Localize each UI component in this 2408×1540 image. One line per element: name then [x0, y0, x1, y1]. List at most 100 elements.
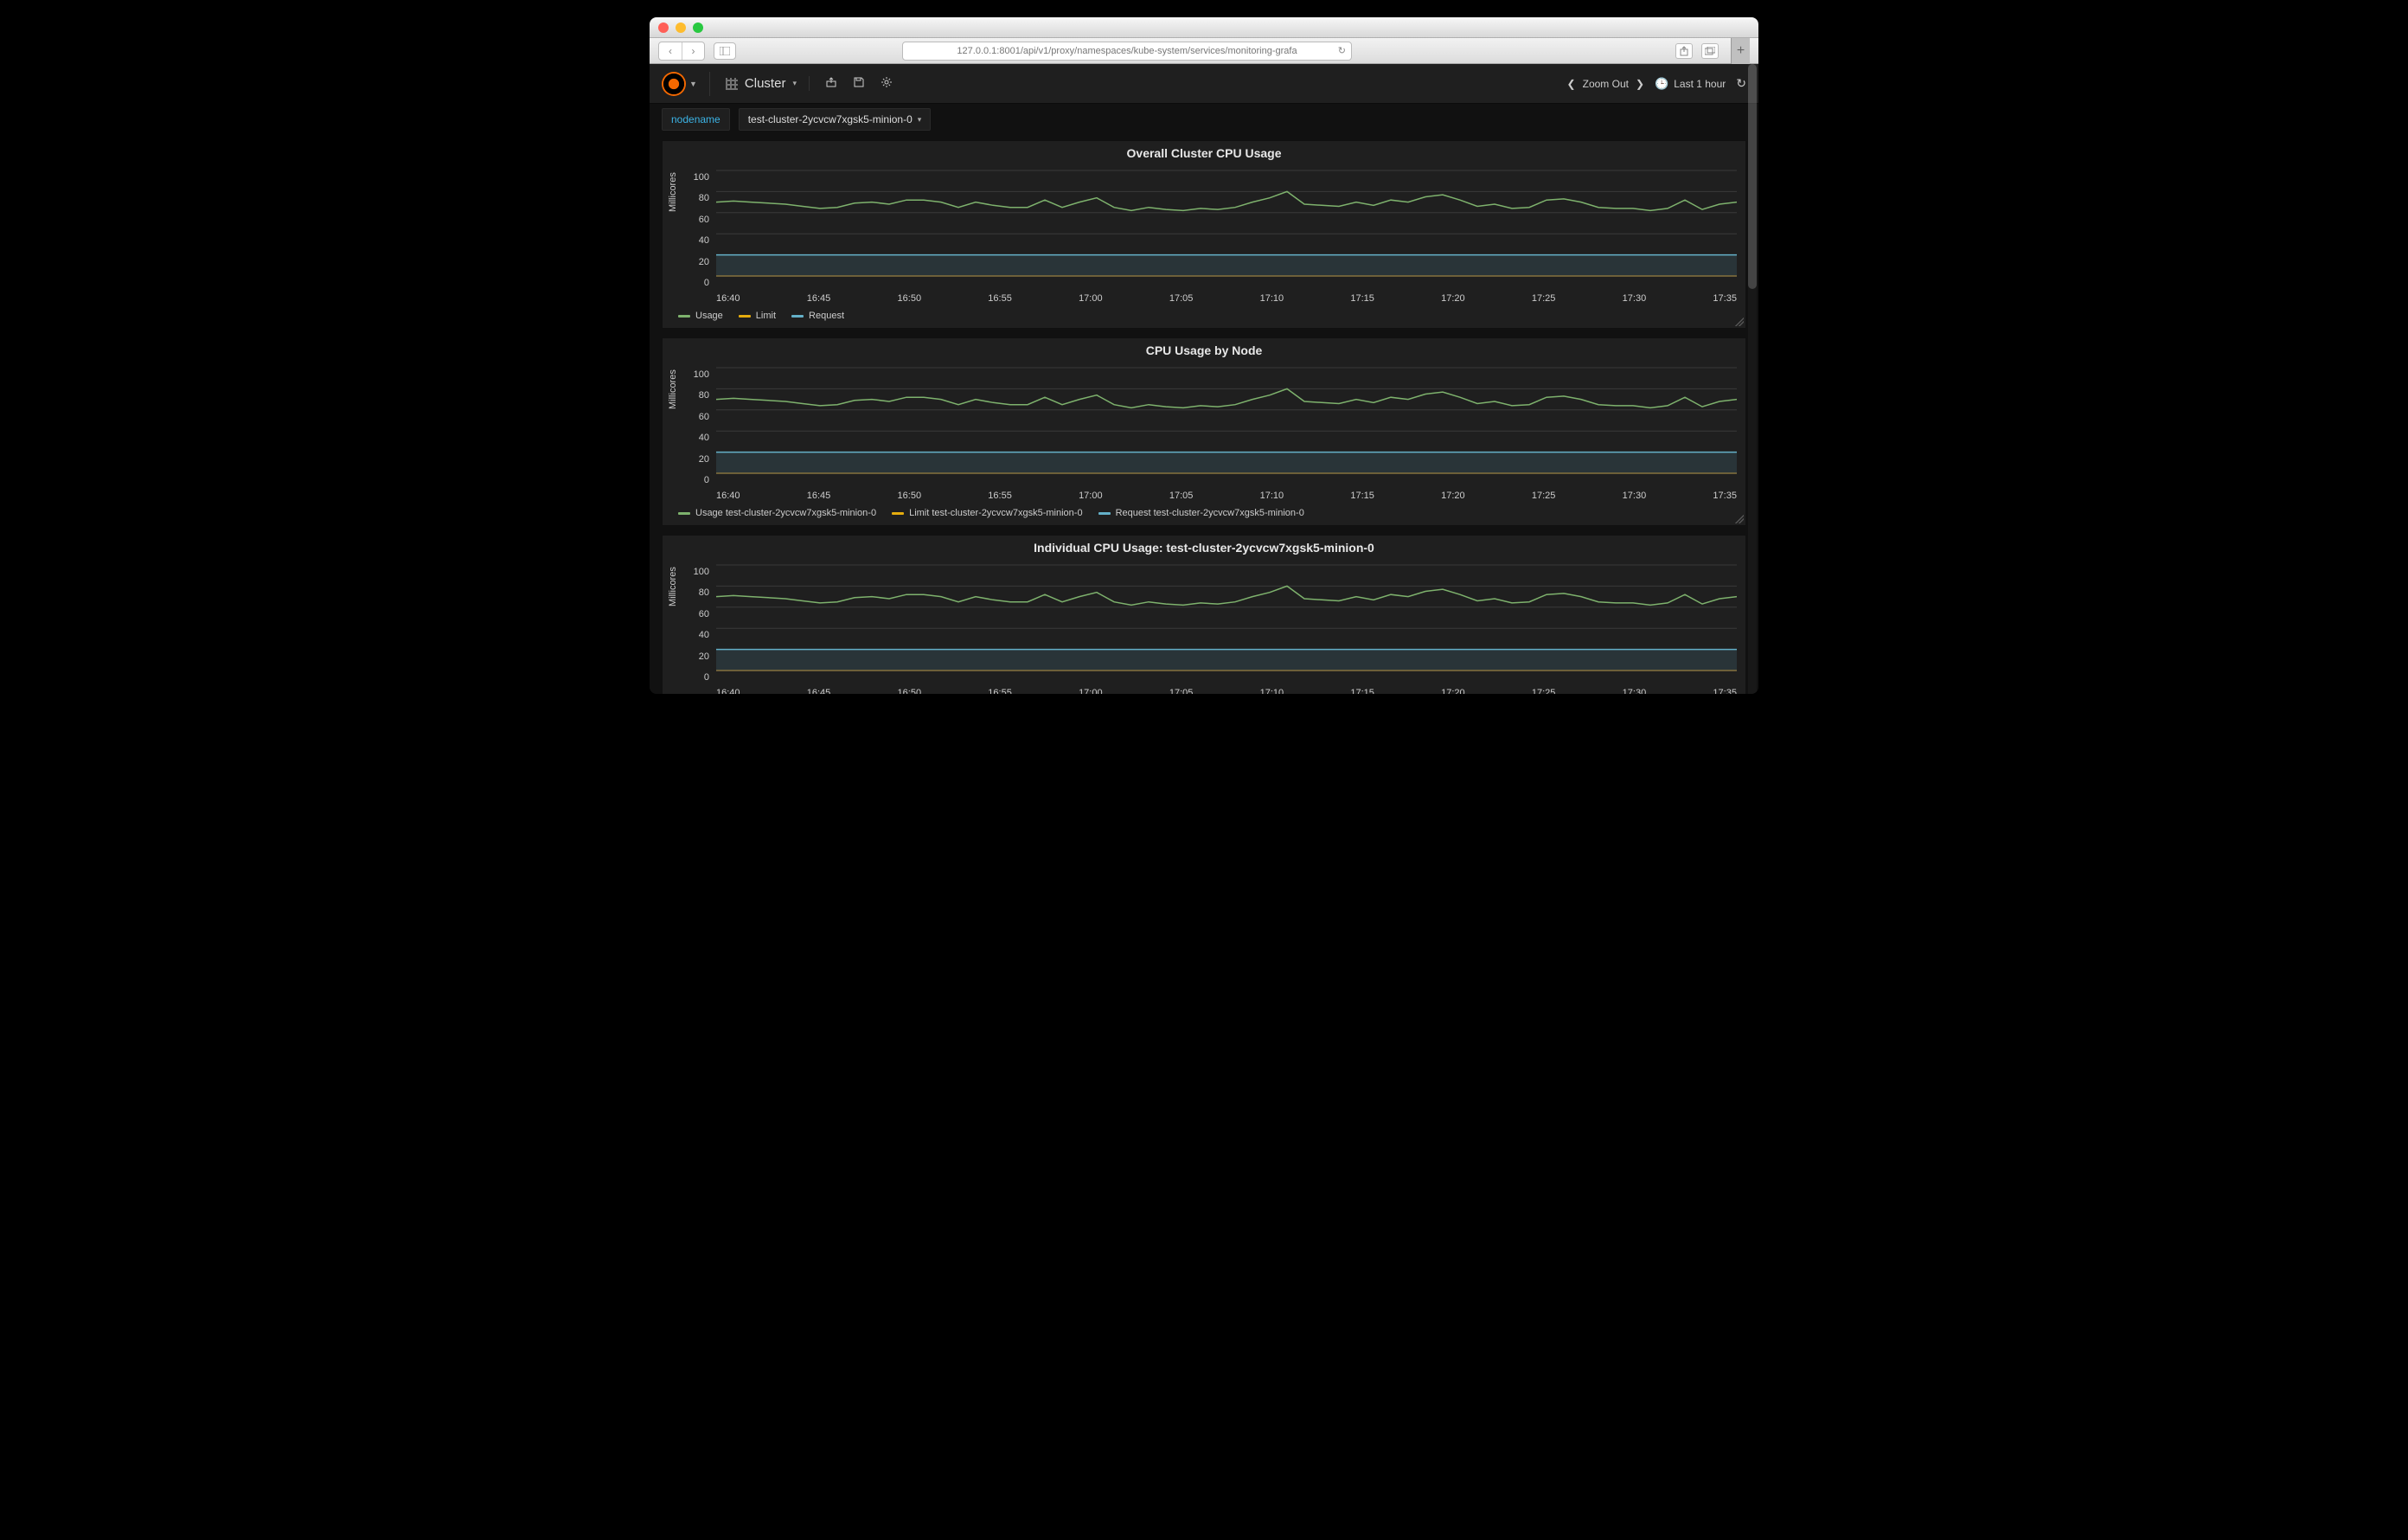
y-tick-label: 20 [699, 651, 709, 662]
y-tick-label: 0 [704, 672, 709, 683]
sidebar-toggle-button[interactable] [714, 42, 736, 60]
graph-panel[interactable]: Individual CPU Usage: test-cluster-2ycvc… [662, 535, 1746, 694]
zoom-out-button[interactable]: Zoom Out [1583, 78, 1629, 90]
y-tick-label: 80 [699, 587, 709, 598]
x-axis-ticks: 16:4016:4516:5016:5517:0017:0517:1017:15… [663, 686, 1745, 694]
x-tick-label: 17:10 [1260, 293, 1284, 304]
fullscreen-window-button[interactable] [693, 22, 703, 33]
share-dashboard-button[interactable] [825, 76, 837, 91]
chart-area[interactable] [716, 558, 1737, 686]
y-tick-label: 40 [699, 433, 709, 443]
panel-legend: Usage Limit Request [663, 307, 1745, 328]
x-tick-label: 16:40 [716, 688, 740, 694]
nav-back-forward: ‹ › [658, 42, 705, 61]
legend-item[interactable]: Limit [739, 311, 776, 321]
dashboard-picker[interactable]: Cluster ▾ [726, 76, 810, 91]
screenshot-root: ‹ › 127.0.0.1:8001/api/v1/proxy/namespac… [602, 0, 1806, 770]
legend-item[interactable]: Usage [678, 311, 723, 321]
share-button[interactable] [1675, 43, 1693, 59]
y-tick-label: 80 [699, 193, 709, 203]
x-tick-label: 17:15 [1350, 293, 1374, 304]
clock-icon: 🕒 [1655, 77, 1668, 91]
x-tick-label: 16:50 [898, 688, 922, 694]
x-tick-label: 17:25 [1532, 688, 1556, 694]
y-tick-label: 60 [699, 412, 709, 422]
settings-button[interactable] [881, 76, 893, 91]
x-tick-label: 16:45 [807, 491, 831, 501]
legend-label: Usage test-cluster-2ycvcw7xgsk5-minion-0 [695, 508, 876, 518]
address-bar[interactable]: 127.0.0.1:8001/api/v1/proxy/namespaces/k… [902, 42, 1352, 61]
legend-label: Usage [695, 311, 723, 321]
legend-item[interactable]: Request test-cluster-2ycvcw7xgsk5-minion… [1098, 508, 1304, 518]
x-tick-label: 17:10 [1260, 491, 1284, 501]
x-axis-ticks: 16:4016:4516:5016:5517:0017:0517:1017:15… [663, 292, 1745, 307]
x-tick-label: 16:45 [807, 688, 831, 694]
new-tab-button[interactable]: + [1731, 38, 1750, 64]
minimize-window-button[interactable] [676, 22, 686, 33]
resize-handle-icon[interactable] [1735, 515, 1744, 523]
scrollbar-thumb[interactable] [1748, 64, 1757, 289]
legend-item[interactable]: Usage test-cluster-2ycvcw7xgsk5-minion-0 [678, 508, 876, 518]
x-tick-label: 17:35 [1713, 293, 1737, 304]
graph-panel[interactable]: Overall Cluster CPU Usage Millicores 020… [662, 140, 1746, 329]
x-tick-label: 17:05 [1169, 491, 1194, 501]
time-range-picker[interactable]: 🕒 Last 1 hour [1655, 77, 1726, 91]
x-tick-label: 16:40 [716, 293, 740, 304]
template-var-value: test-cluster-2ycvcw7xgsk5-minion-0 [748, 113, 913, 125]
y-axis-label: Millicores [668, 172, 678, 212]
legend-swatch [678, 315, 690, 318]
resize-handle-icon[interactable] [1735, 318, 1744, 326]
x-tick-label: 16:45 [807, 293, 831, 304]
x-tick-label: 17:20 [1441, 491, 1465, 501]
template-var-label: nodename [662, 108, 730, 131]
x-tick-label: 17:30 [1623, 293, 1647, 304]
graph-panel[interactable]: CPU Usage by Node Millicores 02040608010… [662, 337, 1746, 526]
y-axis-label: Millicores [668, 567, 678, 606]
tabs-button[interactable] [1701, 43, 1719, 59]
legend-swatch [1098, 512, 1111, 515]
x-tick-label: 17:30 [1623, 688, 1647, 694]
x-tick-label: 17:35 [1713, 688, 1737, 694]
x-tick-label: 17:00 [1079, 293, 1103, 304]
y-tick-label: 0 [704, 475, 709, 485]
time-back-button[interactable]: ❮ [1567, 78, 1576, 90]
window-controls [658, 22, 703, 33]
reload-icon[interactable]: ↻ [1338, 45, 1346, 56]
y-axis-ticks: 020406080100 [688, 368, 713, 472]
y-tick-label: 100 [694, 369, 709, 380]
time-forward-button[interactable]: ❯ [1636, 78, 1644, 90]
back-button[interactable]: ‹ [659, 42, 682, 60]
chart-area[interactable] [716, 361, 1737, 489]
x-tick-label: 17:00 [1079, 491, 1103, 501]
x-tick-label: 16:40 [716, 491, 740, 501]
save-dashboard-button[interactable] [853, 76, 865, 91]
chart-area[interactable] [716, 164, 1737, 292]
x-tick-label: 17:25 [1532, 293, 1556, 304]
browser-toolbar: ‹ › 127.0.0.1:8001/api/v1/proxy/namespac… [650, 38, 1758, 64]
legend-swatch [791, 315, 804, 318]
panel-title[interactable]: CPU Usage by Node [663, 338, 1745, 359]
x-tick-label: 16:55 [988, 293, 1012, 304]
y-tick-label: 60 [699, 609, 709, 619]
chart-svg [716, 164, 1737, 292]
template-var-dropdown[interactable]: test-cluster-2ycvcw7xgsk5-minion-0 ▾ [739, 108, 932, 131]
x-tick-label: 17:10 [1260, 688, 1284, 694]
url-text: 127.0.0.1:8001/api/v1/proxy/namespaces/k… [957, 46, 1297, 56]
forward-button[interactable]: › [682, 42, 704, 60]
x-tick-label: 17:30 [1623, 491, 1647, 501]
legend-item[interactable]: Request [791, 311, 844, 321]
legend-label: Request [809, 311, 844, 321]
grafana-logo-menu[interactable]: ▼ [662, 72, 710, 96]
chart-svg [716, 361, 1737, 489]
panel-title[interactable]: Individual CPU Usage: test-cluster-2ycvc… [663, 536, 1745, 556]
x-axis-ticks: 16:4016:4516:5016:5517:0017:0517:1017:15… [663, 489, 1745, 504]
refresh-button[interactable]: ↻ [1736, 76, 1746, 91]
x-tick-label: 17:05 [1169, 688, 1194, 694]
legend-item[interactable]: Limit test-cluster-2ycvcw7xgsk5-minion-0 [892, 508, 1083, 518]
time-controls: ❮ Zoom Out ❯ 🕒 Last 1 hour ↻ [1567, 76, 1746, 91]
panel-title[interactable]: Overall Cluster CPU Usage [663, 141, 1745, 162]
caret-down-icon: ▾ [918, 115, 922, 125]
x-tick-label: 17:00 [1079, 688, 1103, 694]
close-window-button[interactable] [658, 22, 669, 33]
grafana-app: ▼ Cluster ▾ ❮ [650, 64, 1758, 694]
